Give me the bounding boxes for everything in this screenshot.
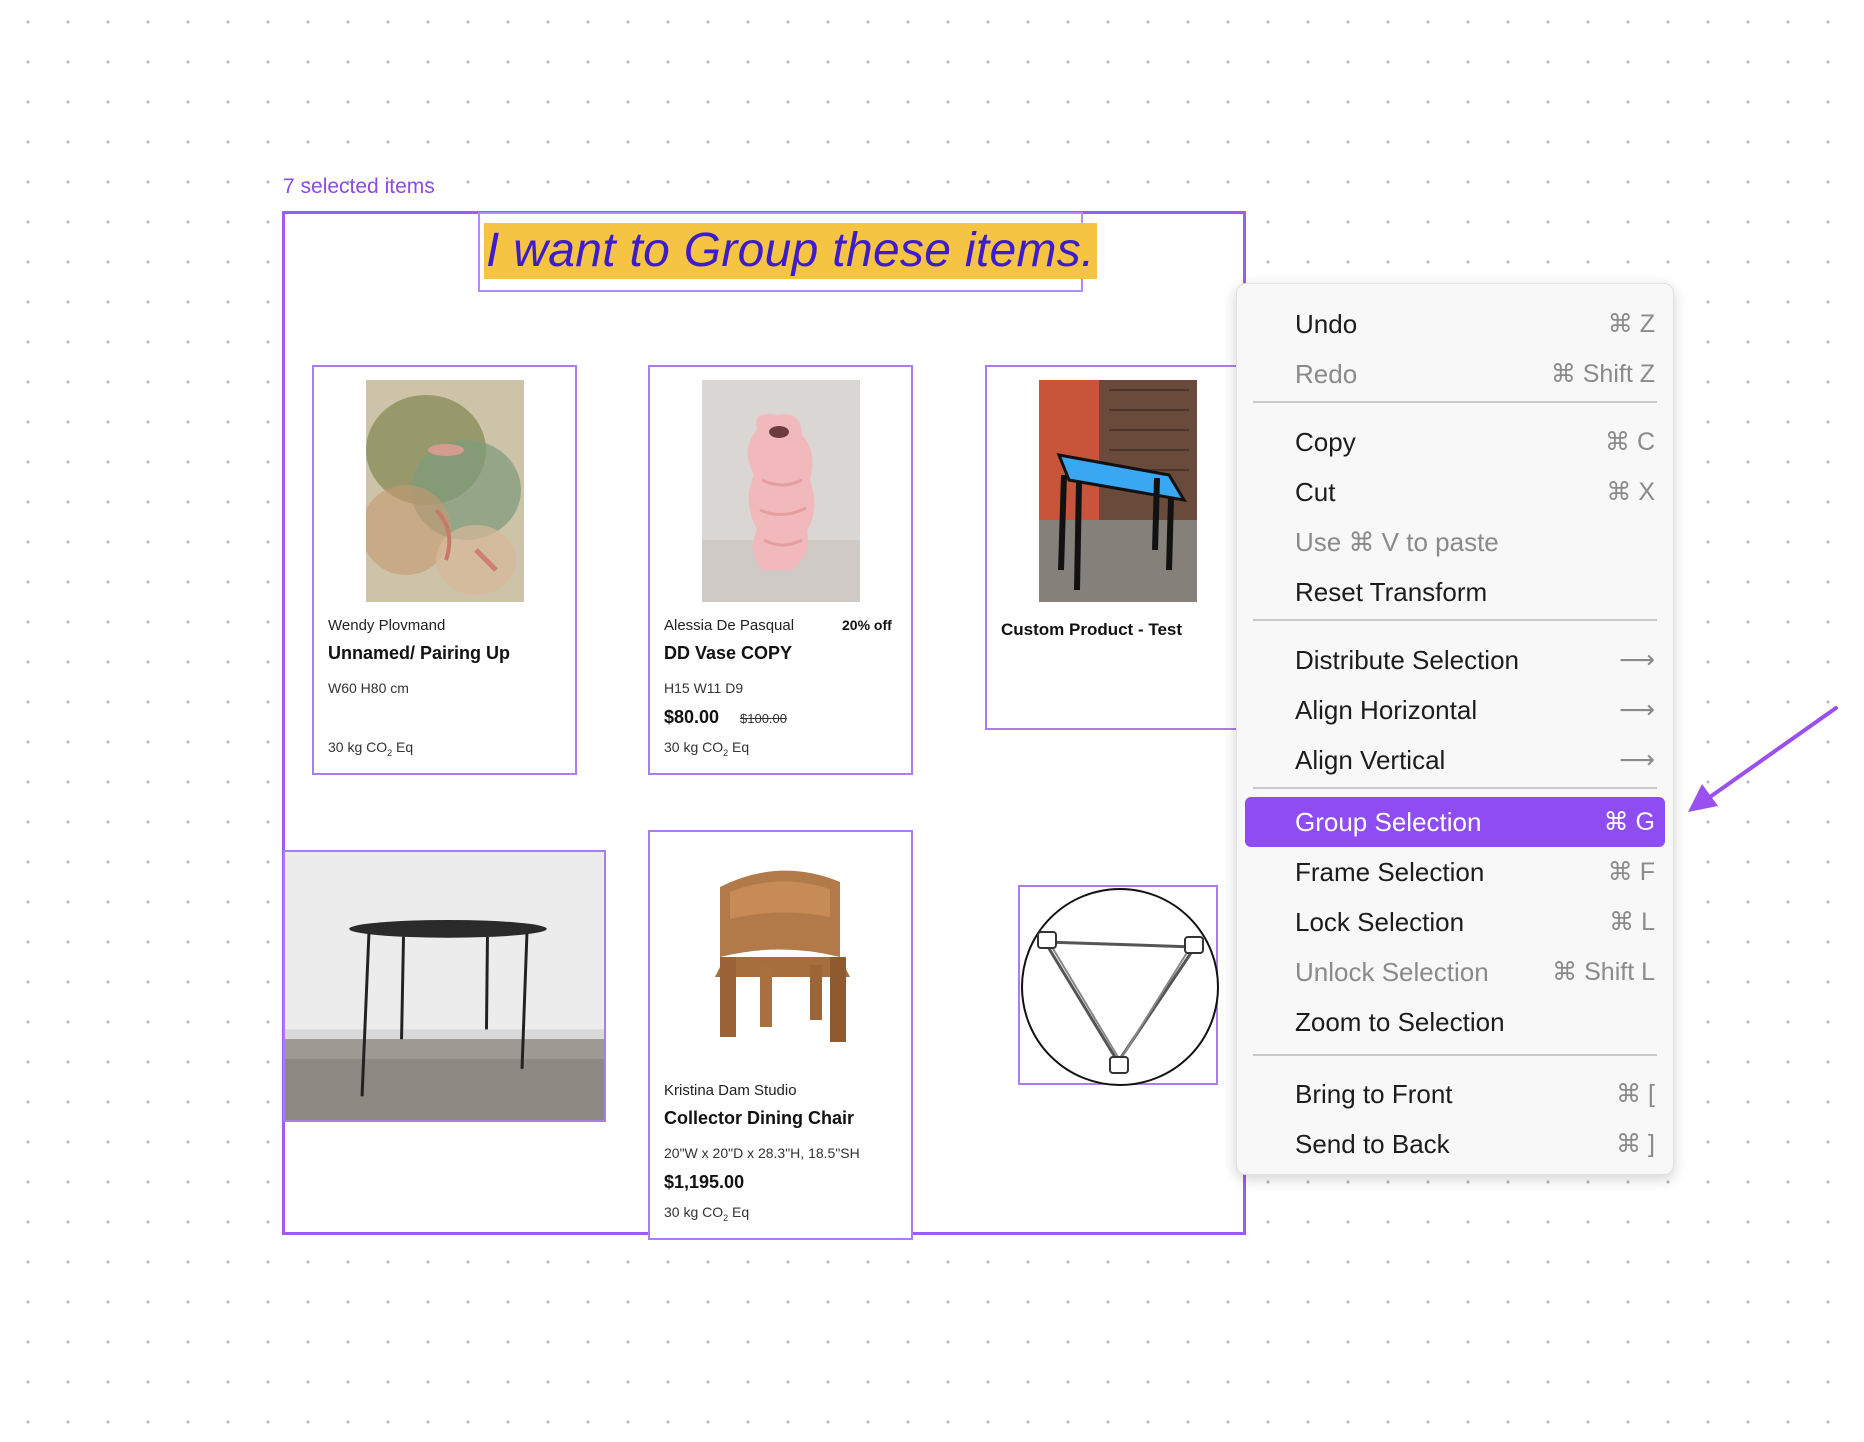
chair-image xyxy=(690,847,875,1047)
menu-item-cut[interactable]: Cut ⌘ X xyxy=(1295,468,1655,516)
context-menu: Undo ⌘ Z Redo ⌘ Shift Z Copy ⌘ C Cut ⌘ X Use… xyxy=(1236,283,1674,1175)
menu-item-distribute[interactable]: Distribute Selection ⟶ xyxy=(1295,636,1655,684)
menu-item-reset-transform[interactable]: Reset Transform xyxy=(1295,568,1655,616)
card-dimensions: 20"W x 20"D x 28.3"H, 18.5"SH xyxy=(664,1145,860,1161)
discount-badge: 20% off xyxy=(842,617,892,633)
card-co2: 30 kg CO2 Eq xyxy=(664,739,750,758)
bench-image xyxy=(1039,380,1197,602)
card-artist: Alessia De Pasqual xyxy=(664,617,795,634)
card-co2: 30 kg CO2 Eq xyxy=(664,1204,750,1223)
vase-image xyxy=(702,380,860,602)
card-title: DD Vase COPY xyxy=(664,643,793,663)
menu-divider xyxy=(1253,787,1657,789)
menu-divider xyxy=(1253,1054,1657,1056)
card-title: Collector Dining Chair xyxy=(664,1108,855,1128)
menu-item-align-horizontal[interactable]: Align Horizontal ⟶ xyxy=(1295,686,1655,734)
selection-count-label: 7 selected items xyxy=(283,175,435,198)
product-card-painting[interactable]: Wendy Plovmand Unnamed/ Pairing Up W60 H… xyxy=(312,365,577,775)
card-price: $1,195.00 xyxy=(664,1172,745,1192)
menu-item-frame-selection[interactable]: Frame Selection ⌘ F xyxy=(1295,848,1655,896)
arrow-right-icon: ⟶ xyxy=(1619,696,1655,724)
annotation-arrow-icon xyxy=(1688,706,1838,812)
menu-item-send-to-back[interactable]: Send to Back ⌘ ] xyxy=(1295,1120,1655,1168)
arrow-right-icon: ⟶ xyxy=(1619,646,1655,674)
canvas-heading-text[interactable]: I want to Group these items. xyxy=(484,223,1097,279)
card-dimensions: H15 W11 D9 xyxy=(664,680,744,696)
circle-drawing-item[interactable] xyxy=(1018,885,1219,1086)
menu-item-bring-to-front[interactable]: Bring to Front ⌘ [ xyxy=(1295,1070,1655,1118)
arrow-right-icon: ⟶ xyxy=(1619,746,1655,774)
product-card-custom[interactable]: Custom Product - Test xyxy=(985,365,1245,730)
menu-item-lock-selection[interactable]: Lock Selection ⌘ L xyxy=(1295,898,1655,946)
product-card-vase[interactable]: Alessia De Pasqual 20% off DD Vase COPY … xyxy=(648,365,913,775)
card-dimensions: W60 H80 cm xyxy=(328,680,409,696)
menu-divider xyxy=(1253,401,1657,403)
painting-image xyxy=(366,380,524,602)
menu-item-redo[interactable]: Redo ⌘ Shift Z xyxy=(1295,350,1655,398)
menu-item-undo[interactable]: Undo ⌘ Z xyxy=(1295,300,1655,348)
menu-item-align-vertical[interactable]: Align Vertical ⟶ xyxy=(1295,736,1655,784)
card-artist: Kristina Dam Studio xyxy=(664,1082,797,1099)
product-card-chair[interactable]: Kristina Dam Studio Collector Dining Cha… xyxy=(648,830,913,1240)
card-title: Custom Product - Test xyxy=(1001,620,1183,639)
tripod-sketch-icon xyxy=(1021,888,1219,1086)
card-artist: Wendy Plovmand xyxy=(328,617,446,634)
menu-item-unlock-selection[interactable]: Unlock Selection ⌘ Shift L xyxy=(1295,948,1655,996)
table-image-item[interactable] xyxy=(283,850,606,1122)
card-old-price: $100.00 xyxy=(740,711,787,726)
card-co2: 30 kg CO2 Eq xyxy=(328,739,414,758)
menu-item-group-selection[interactable]: Group Selection ⌘ G xyxy=(1295,798,1655,846)
menu-item-copy[interactable]: Copy ⌘ C xyxy=(1295,418,1655,466)
menu-item-zoom-to-selection[interactable]: Zoom to Selection xyxy=(1295,998,1655,1046)
menu-item-paste-hint: Use ⌘ V to paste xyxy=(1295,527,1499,557)
card-title: Unnamed/ Pairing Up xyxy=(328,643,511,663)
side-table-image xyxy=(285,852,604,1120)
card-price: $80.00 xyxy=(664,707,720,727)
menu-divider xyxy=(1253,619,1657,621)
